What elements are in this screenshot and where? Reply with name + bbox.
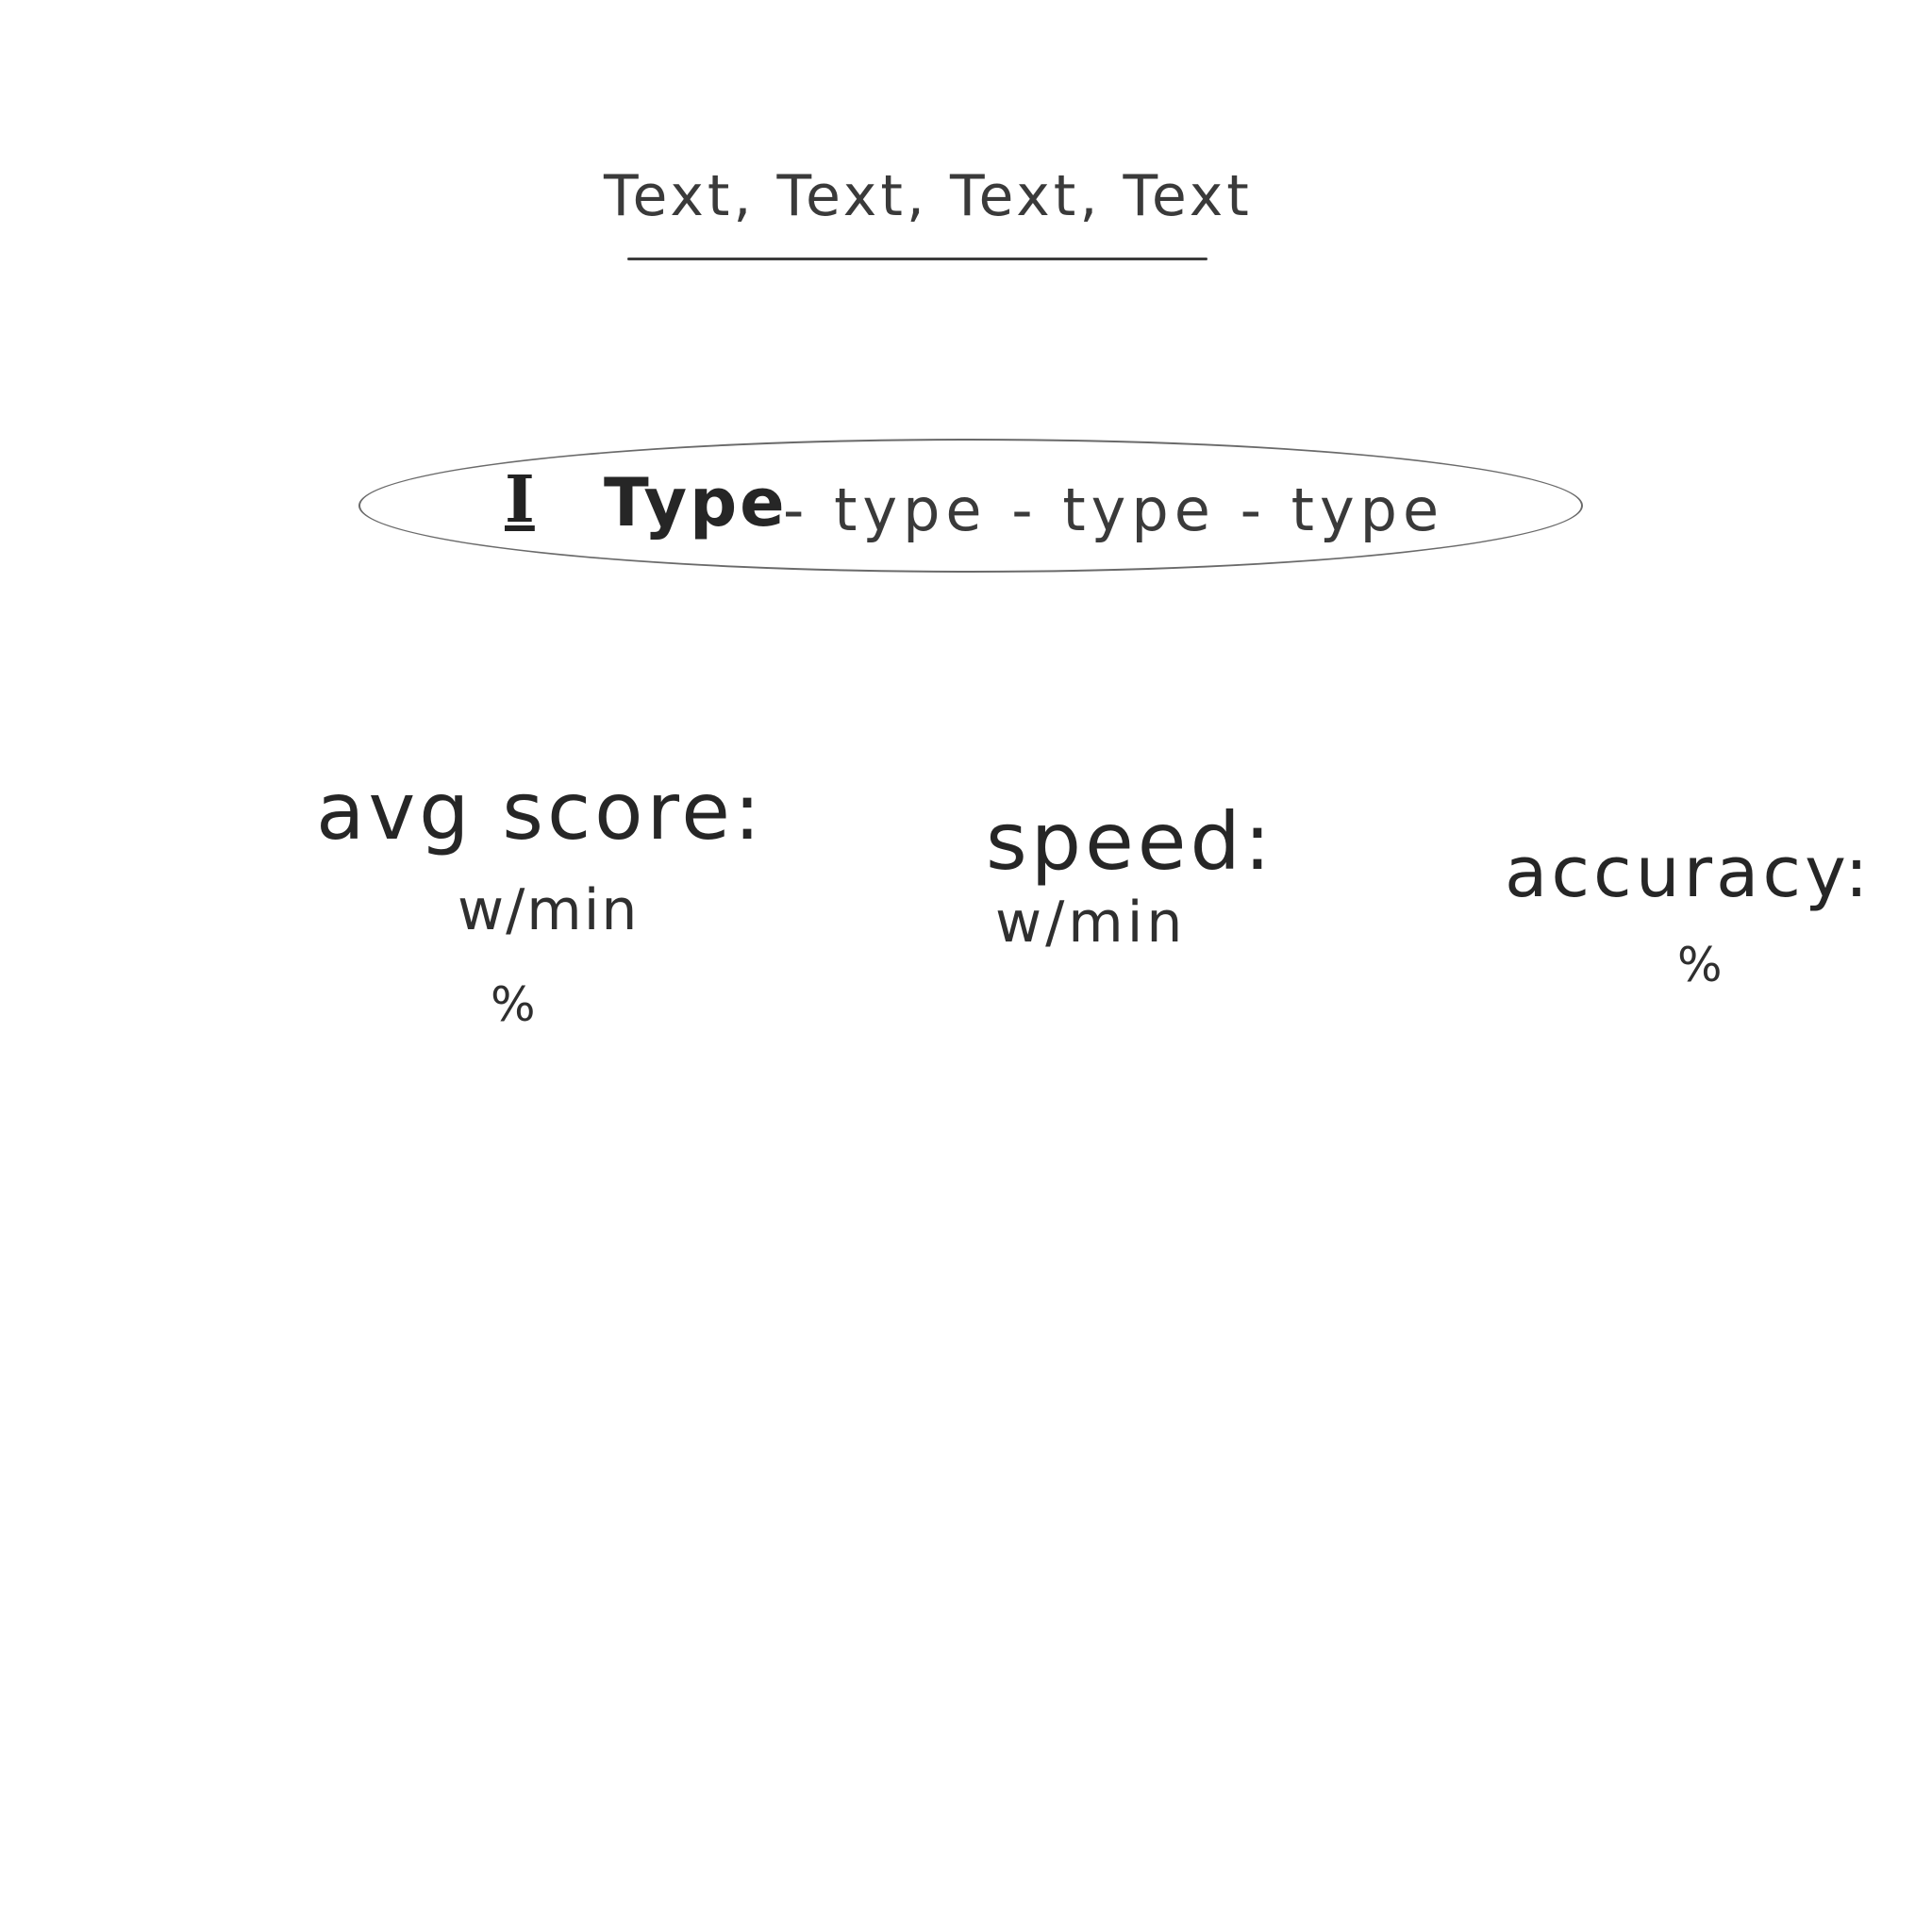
accuracy-label: accuracy: — [1505, 832, 1873, 913]
avg-score-accuracy-unit: % — [491, 977, 538, 1032]
text-cursor-icon: I — [505, 462, 535, 538]
speed-label: speed: — [986, 795, 1275, 888]
prompt-underline — [627, 258, 1208, 260]
upcoming-words: - type - type - type — [783, 475, 1445, 544]
speed-unit: w/min — [995, 890, 1187, 956]
avg-score-label: avg score: — [316, 765, 765, 858]
avg-score-speed-unit: w/min — [458, 877, 640, 943]
accuracy-unit: % — [1677, 938, 1724, 992]
typed-word: Type — [604, 464, 788, 541]
prompt-text: Text, Text, Text, Text — [604, 163, 1253, 229]
